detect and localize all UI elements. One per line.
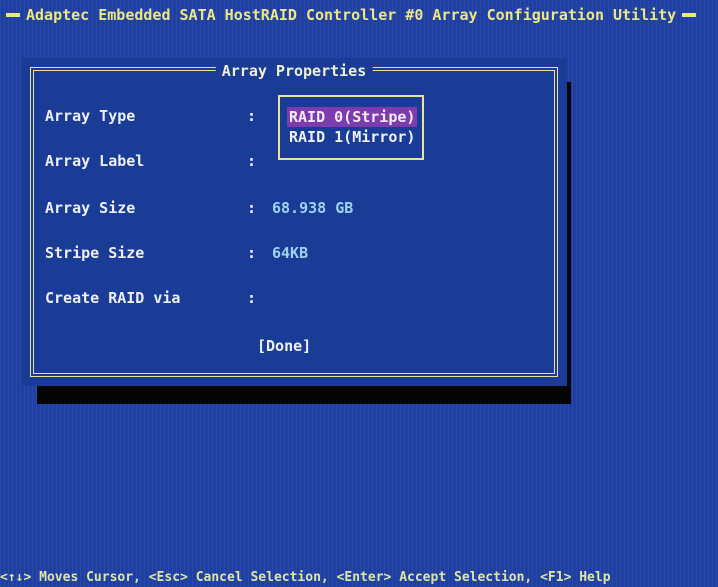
- title-right-rule: [682, 13, 697, 17]
- field-label-stripe-size: Stripe Size: [45, 244, 145, 262]
- title-bar: Adaptec Embedded SATA HostRAID Controlle…: [0, 0, 718, 30]
- array-type-popup: RAID 0(Stripe) RAID 1(Mirror): [278, 95, 424, 160]
- key-enter-desc: Accept Selection,: [399, 570, 533, 585]
- key-esc: <Esc>: [148, 570, 188, 585]
- field-colon-array-size: :: [247, 199, 257, 217]
- window-title: Adaptec Embedded SATA HostRAID Controlle…: [26, 6, 677, 24]
- popup-option-raid0[interactable]: RAID 0(Stripe): [287, 107, 418, 127]
- field-value-stripe-size: 64KB: [272, 244, 309, 262]
- key-enter: <Enter>: [336, 570, 392, 585]
- field-colon-array-type: :: [247, 107, 257, 125]
- bios-screen: Adaptec Embedded SATA HostRAID Controlle…: [0, 0, 718, 587]
- field-label-create-raid-via: Create RAID via: [45, 289, 181, 307]
- key-arrows-desc: Moves Cursor,: [39, 570, 141, 585]
- field-label-array-size: Array Size: [45, 199, 136, 217]
- field-colon-array-label: :: [247, 152, 257, 170]
- popup-option-raid1[interactable]: RAID 1(Mirror): [289, 127, 415, 147]
- field-colon-create-raid-via: :: [247, 289, 257, 307]
- key-f1-desc: Help: [579, 570, 611, 585]
- key-arrows: <↑↓>: [0, 570, 32, 585]
- field-value-array-size: 68.938 GB: [272, 199, 354, 217]
- title-left-rule: [6, 13, 20, 17]
- key-f1: <F1>: [540, 570, 572, 585]
- field-label-array-type: Array Type: [45, 107, 136, 125]
- field-label-array-label: Array Label: [45, 152, 145, 170]
- key-help-bar: <↑↓> Moves Cursor, <Esc> Cancel Selectio…: [0, 569, 718, 587]
- dialog-title: Array Properties: [215, 62, 373, 80]
- done-button[interactable]: [Done]: [257, 337, 311, 355]
- key-esc-desc: Cancel Selection,: [195, 570, 329, 585]
- field-colon-stripe-size: :: [247, 244, 257, 262]
